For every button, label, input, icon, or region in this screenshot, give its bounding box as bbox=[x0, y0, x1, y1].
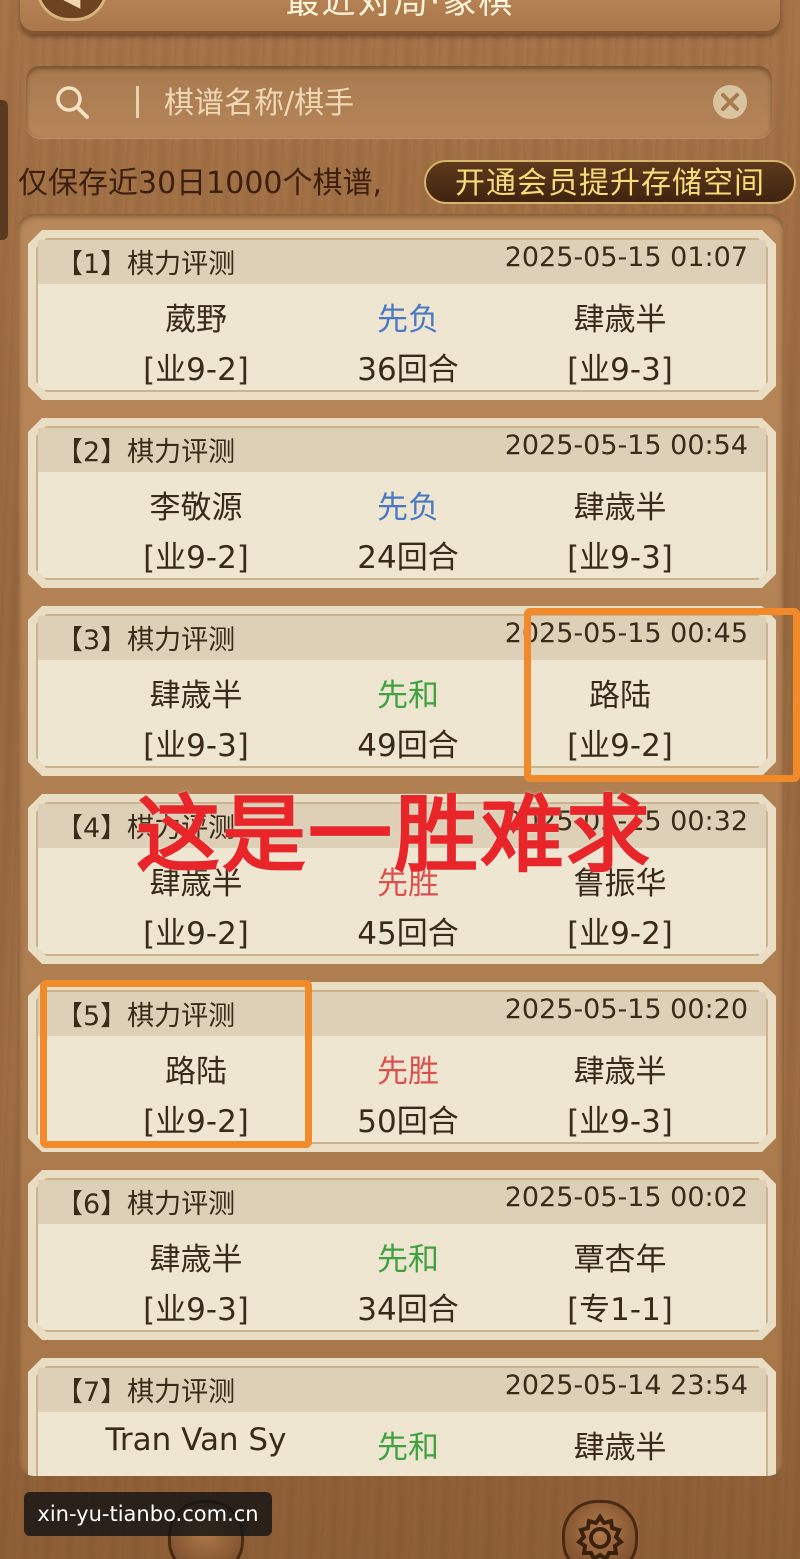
overlay-caption: 这是一胜难求 bbox=[136, 786, 653, 884]
search-bar[interactable] bbox=[26, 66, 772, 138]
record-card[interactable]: 【7】棋力评测 2025-05-14 23:54 Tran Van Sy 先和 肆歳半 bbox=[28, 1358, 776, 1476]
move-count: 49回合 bbox=[357, 728, 459, 764]
search-divider bbox=[136, 86, 139, 118]
storage-notice: 仅保存近30日1000个棋谱, bbox=[18, 166, 383, 201]
game-result: 先和 bbox=[377, 1242, 439, 1278]
game-result: 先和 bbox=[377, 1430, 439, 1466]
black-player-rank: [业9-3] bbox=[567, 1104, 673, 1140]
move-count: 45回合 bbox=[357, 916, 459, 952]
black-player-rank: [业9-3] bbox=[567, 352, 673, 388]
red-player-rank: [业9-3] bbox=[143, 728, 249, 764]
black-player-rank: [业9-3] bbox=[567, 540, 673, 576]
red-player-name: 肆歳半 bbox=[149, 678, 243, 714]
move-count: 34回合 bbox=[357, 1292, 459, 1328]
red-player-rank: [业9-2] bbox=[143, 916, 249, 952]
red-player-rank: [业9-2] bbox=[143, 540, 249, 576]
highlight-box-player bbox=[40, 980, 312, 1148]
black-player-name: 肆歳半 bbox=[573, 1430, 667, 1466]
black-player-name: 覃杏年 bbox=[573, 1242, 667, 1278]
record-time: 2025-05-15 00:54 bbox=[504, 430, 748, 461]
black-player-name: 肆歳半 bbox=[573, 302, 667, 338]
red-player-rank: [业9-3] bbox=[143, 1292, 249, 1328]
record-card[interactable]: 【2】棋力评测 2025-05-15 00:54 李敬源 [业9-2] 先负 24回合 肆歳… bbox=[28, 418, 776, 588]
black-player-rank: [业9-2] bbox=[567, 916, 673, 952]
record-index: 【2】棋力评测 bbox=[56, 437, 236, 468]
record-index: 【6】棋力评测 bbox=[56, 1189, 236, 1220]
red-player-name: 葳野 bbox=[165, 302, 227, 338]
record-time: 2025-05-15 00:20 bbox=[504, 994, 748, 1025]
watermark: xin-yu-tianbo.com.cn bbox=[24, 1492, 272, 1536]
settings-button[interactable] bbox=[562, 1500, 638, 1559]
search-icon bbox=[56, 86, 89, 119]
record-card[interactable]: 【1】棋力评测 2025-05-15 01:07 葳野 [业9-2] 先负 36回合 肆歳半… bbox=[28, 230, 776, 400]
search-input[interactable] bbox=[162, 78, 706, 128]
vip-upgrade-button[interactable]: 开通会员提升存储空间 bbox=[424, 160, 796, 204]
record-card[interactable]: 【6】棋力评测 2025-05-15 00:02 肆歳半 [业9-3] 先和 34回合 覃杏… bbox=[28, 1170, 776, 1340]
black-player-name: 肆歳半 bbox=[573, 1054, 667, 1090]
record-time: 2025-05-15 01:07 bbox=[504, 242, 748, 273]
red-player-name: Tran Van Sy bbox=[105, 1422, 287, 1458]
move-count: 36回合 bbox=[357, 352, 459, 388]
game-result: 先负 bbox=[377, 490, 439, 526]
back-arrow-icon: ◀ bbox=[64, 0, 81, 12]
record-index: 【1】棋力评测 bbox=[56, 249, 236, 280]
edge-tab bbox=[0, 100, 8, 240]
highlight-box-opponent bbox=[524, 608, 800, 782]
game-result: 先和 bbox=[377, 678, 439, 714]
record-time: 2025-05-15 00:02 bbox=[504, 1182, 748, 1213]
record-index: 【7】棋力评测 bbox=[56, 1377, 236, 1408]
page-title: 最近对局·象棋 bbox=[285, 0, 515, 22]
gear-icon bbox=[575, 1513, 625, 1559]
black-player-name: 肆歳半 bbox=[573, 490, 667, 526]
red-player-name: 肆歳半 bbox=[149, 1242, 243, 1278]
record-index: 【3】棋力评测 bbox=[56, 625, 236, 656]
move-count: 50回合 bbox=[357, 1104, 459, 1140]
move-count: 24回合 bbox=[357, 540, 459, 576]
record-time: 2025-05-14 23:54 bbox=[504, 1370, 748, 1401]
black-player-rank: [专1-1] bbox=[567, 1292, 673, 1328]
game-result: 先负 bbox=[377, 302, 439, 338]
red-player-name: 李敬源 bbox=[149, 490, 243, 526]
red-player-rank: [业9-2] bbox=[143, 352, 249, 388]
clear-icon[interactable] bbox=[712, 84, 748, 120]
game-result: 先胜 bbox=[377, 1054, 439, 1090]
